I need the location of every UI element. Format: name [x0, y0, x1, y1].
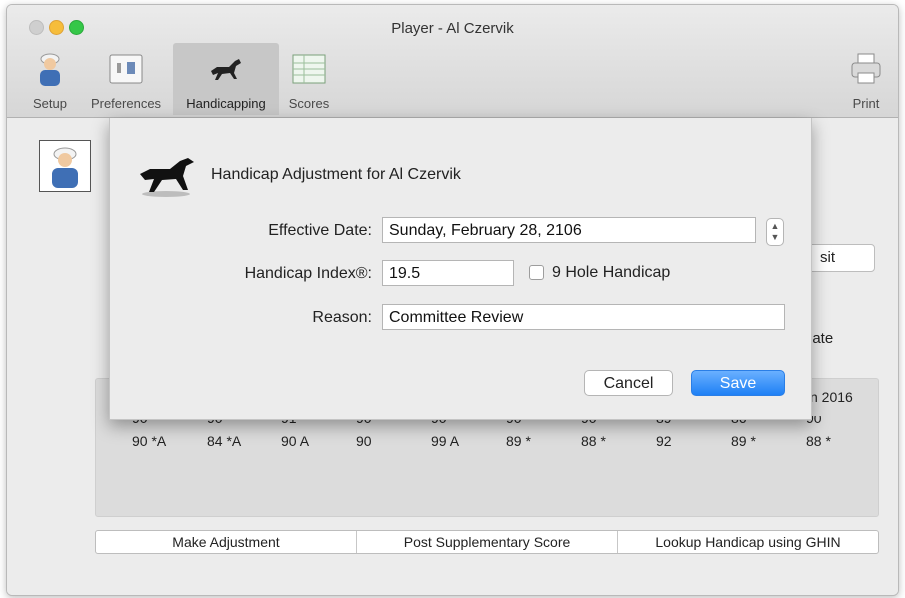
- toolbar-setup-label: Setup: [33, 96, 67, 111]
- score-cell: 84 *A: [207, 433, 242, 449]
- score-cell: 92: [656, 433, 672, 449]
- golfer-icon: [40, 53, 60, 86]
- score-cell: 90 *A: [132, 433, 167, 449]
- score-cell: 88 *: [581, 433, 606, 449]
- score-cell: 89 *: [731, 433, 756, 449]
- effective-date-field[interactable]: Sunday, February 28, 2106: [382, 217, 756, 243]
- make-adjustment-button[interactable]: Make Adjustment: [96, 531, 357, 553]
- golfer-icon: [52, 147, 78, 188]
- preferences-icon: [109, 54, 143, 84]
- horse-icon: [211, 59, 241, 80]
- lookup-handicap-ghin-button[interactable]: Lookup Handicap using GHIN: [618, 531, 878, 553]
- post-supplementary-score-button[interactable]: Post Supplementary Score: [357, 531, 618, 553]
- toolbar-handicapping-label: Handicapping: [186, 96, 266, 111]
- chevron-down-icon[interactable]: ▼: [767, 232, 783, 243]
- nine-hole-handicap-checkbox[interactable]: [529, 265, 544, 280]
- horse-icon: [140, 158, 194, 197]
- score-row-2: 90 *A 84 *A 90 A 90 99 A 89 * 88 * 92 89…: [96, 433, 878, 451]
- date-stepper[interactable]: ▲ ▼: [766, 218, 784, 246]
- title-toolbar: Player - Al Czervik Setup Preferences Ha…: [7, 5, 898, 118]
- score-cell: 90: [356, 433, 372, 449]
- toolbar-setup[interactable]: Setup: [21, 43, 79, 115]
- toolbar-scores-label: Scores: [288, 96, 330, 111]
- cancel-button[interactable]: Cancel: [584, 370, 673, 396]
- score-cell: 99 A: [431, 433, 460, 449]
- handicap-index-label: Handicap Index®:: [244, 265, 372, 282]
- chevron-up-icon[interactable]: ▲: [767, 221, 783, 232]
- reason-field[interactable]: Committee Review: [382, 304, 785, 330]
- toolbar-preferences[interactable]: Preferences: [81, 43, 171, 115]
- save-button[interactable]: Save: [691, 370, 785, 396]
- background-text-partial: late: [809, 330, 834, 347]
- toolbar-scores[interactable]: Scores: [281, 43, 337, 115]
- toolbar-preferences-label: Preferences: [90, 96, 162, 111]
- effective-date-label: Effective Date:: [268, 222, 372, 239]
- handicap-index-field[interactable]: 19.5: [382, 260, 514, 286]
- sheet-title: Handicap Adjustment for Al Czervik: [211, 166, 461, 183]
- player-avatar[interactable]: [39, 140, 91, 192]
- toolbar-print-label: Print: [852, 96, 880, 111]
- score-cell: 88 *: [806, 433, 831, 449]
- nine-hole-handicap-label[interactable]: 9 Hole Handicap: [552, 264, 670, 282]
- toolbar-print[interactable]: Print: [843, 43, 889, 115]
- scores-year-text: n 2016: [810, 389, 853, 405]
- handicap-adjustment-sheet: Handicap Adjustment for Al Czervik Effec…: [109, 118, 812, 420]
- reason-label: Reason:: [312, 309, 372, 326]
- scorecard-icon: [292, 54, 326, 84]
- score-cell: 90 A: [281, 433, 310, 449]
- window-title: Player - Al Czervik: [391, 20, 514, 37]
- actions-segmented-control: Make Adjustment Post Supplementary Score…: [95, 530, 879, 554]
- toolbar-handicapping[interactable]: Handicapping: [173, 43, 279, 115]
- background-button-label: sit: [820, 249, 835, 266]
- printer-icon: [851, 53, 881, 84]
- score-cell: 89 *: [506, 433, 531, 449]
